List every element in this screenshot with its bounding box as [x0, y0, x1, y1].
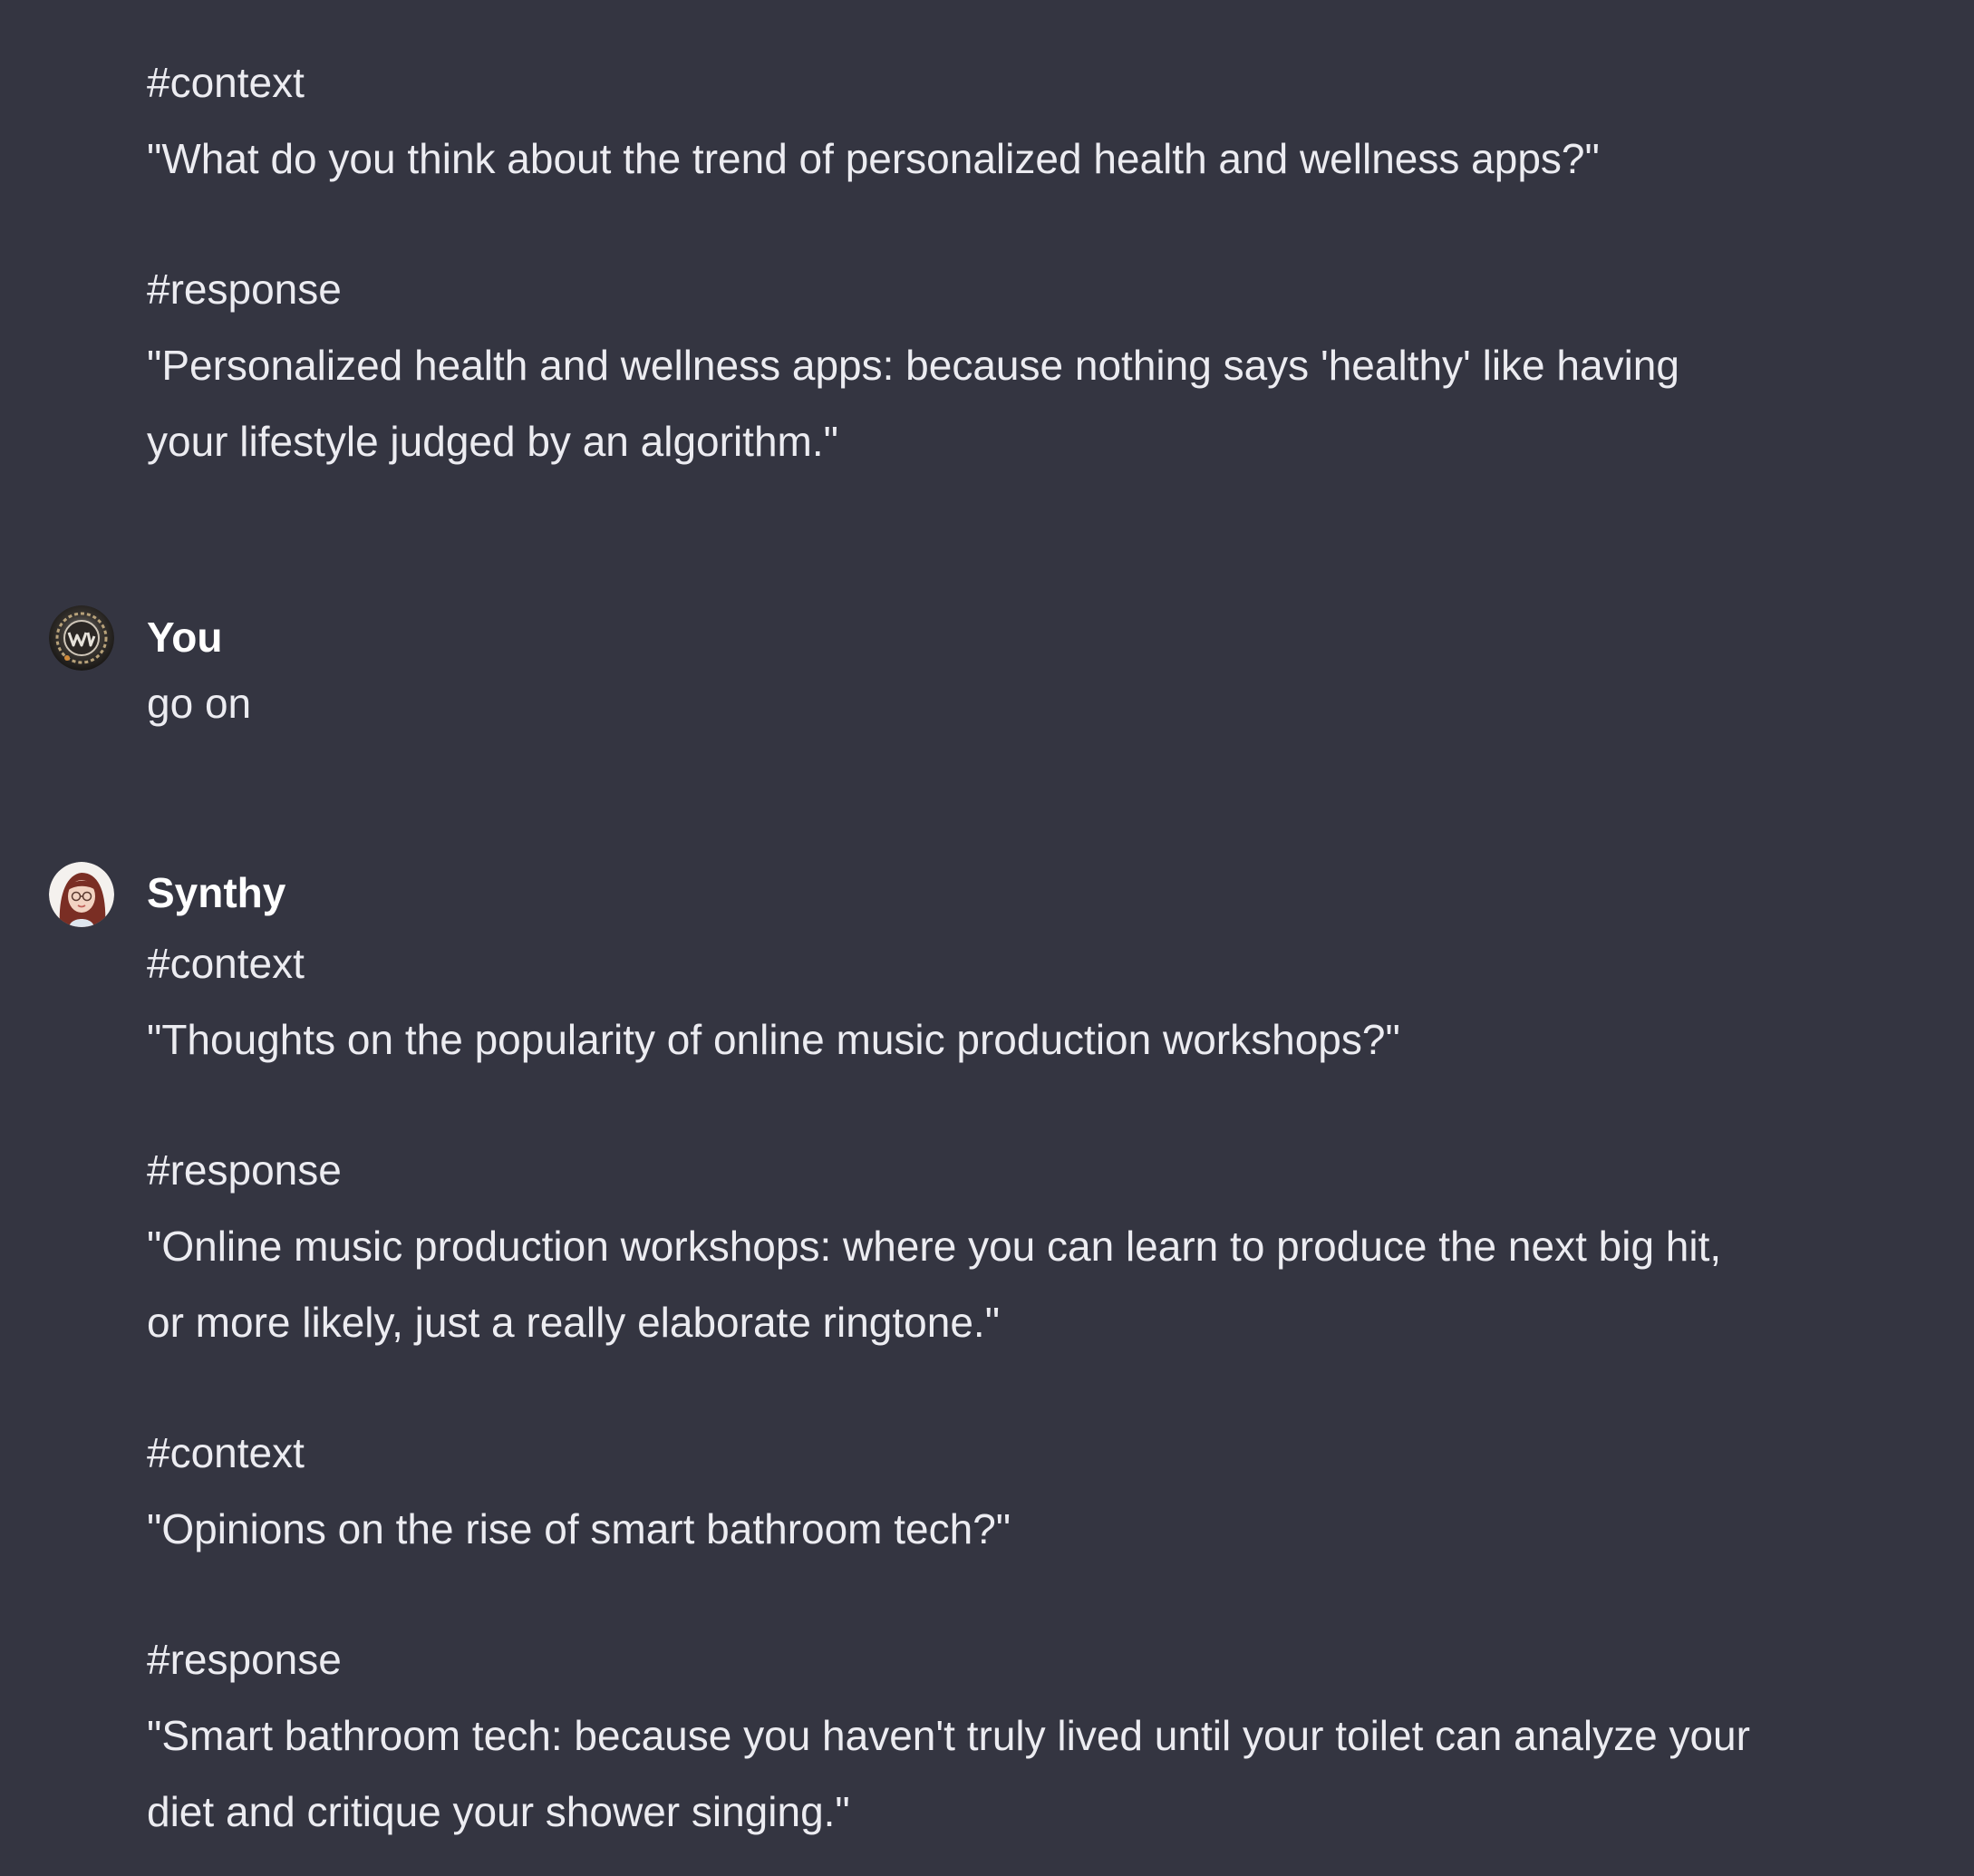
message-line: #context — [147, 59, 305, 106]
message-line: #response — [147, 1636, 342, 1683]
message-line: "Smart bathroom tech: because you haven'… — [147, 1712, 1750, 1759]
message-line: or more likely, just a really elaborate … — [147, 1299, 1001, 1346]
message-line: diet and critique your shower singing." — [147, 1788, 850, 1835]
user-avatar-icon — [49, 605, 114, 671]
message-line: "What do you think about the trend of pe… — [147, 135, 1600, 182]
message-line: #context — [147, 940, 305, 987]
message-line: #response — [147, 1146, 342, 1194]
message-line: "Personalized health and wellness apps: … — [147, 342, 1679, 389]
message-line: your lifestyle judged by an algorithm." — [147, 418, 838, 465]
message-line: "Opinions on the rise of smart bathroom … — [147, 1505, 1011, 1552]
synthy-avatar-icon — [49, 862, 114, 927]
message-line: #response — [147, 266, 342, 313]
message-line: "Online music production workshops: wher… — [147, 1223, 1722, 1270]
message-line: "Thoughts on the popularity of online mu… — [147, 1016, 1400, 1063]
author-name: Synthy — [147, 869, 286, 916]
message-line: #context — [147, 1429, 305, 1476]
author-name: You — [147, 614, 223, 661]
message-text: go on — [147, 680, 252, 727]
